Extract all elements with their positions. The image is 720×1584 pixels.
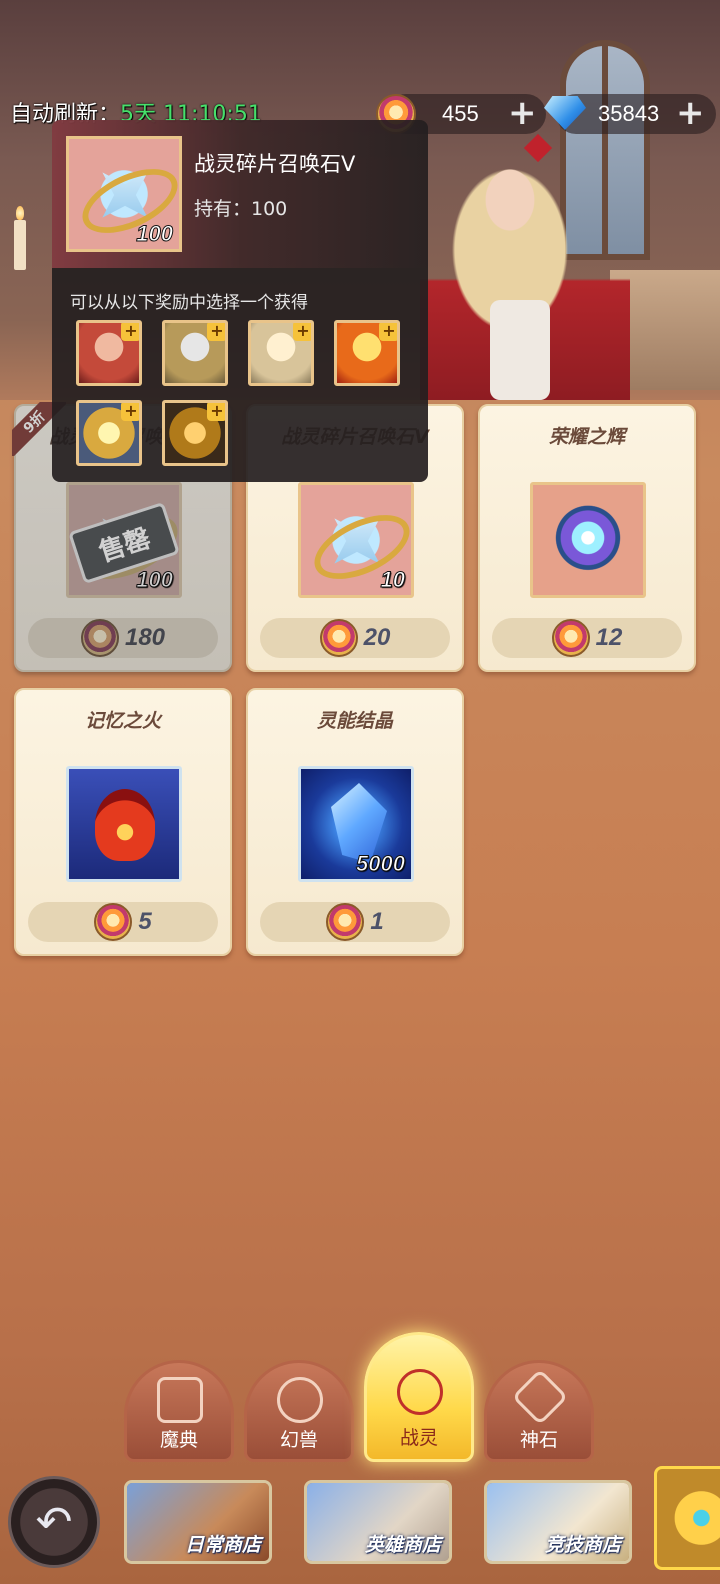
war-spirit-icon bbox=[397, 1369, 443, 1415]
grimoire-icon bbox=[157, 1377, 203, 1423]
arena-shop-button[interactable]: 竞技商店 bbox=[484, 1480, 632, 1564]
tab-label: 神石 bbox=[519, 1429, 558, 1451]
price-button[interactable]: 5 bbox=[28, 902, 218, 942]
gold-value: 455 bbox=[442, 101, 479, 126]
tooltip-item-icon: 100 bbox=[66, 136, 182, 252]
tab-label: 幻兽 bbox=[279, 1429, 318, 1451]
daily-shop-button[interactable]: 日常商店 bbox=[124, 1480, 272, 1564]
memory-fire-icon bbox=[69, 769, 179, 879]
price-value: 20 bbox=[363, 624, 391, 651]
back-arrow-icon: ↶ bbox=[35, 1497, 73, 1548]
tooltip-held-count: 持有：100 bbox=[194, 198, 288, 220]
back-button[interactable]: ↶ bbox=[8, 1476, 100, 1568]
price-value: 180 bbox=[124, 624, 166, 651]
god-stone-icon bbox=[511, 1368, 569, 1426]
item-icon bbox=[530, 482, 646, 598]
reward-option[interactable]: + bbox=[162, 400, 228, 466]
plus-icon: + bbox=[293, 323, 311, 341]
tab-grimoire[interactable]: 魔典 bbox=[124, 1360, 234, 1462]
tab-label: 战灵 bbox=[399, 1427, 438, 1449]
plus-icon: + bbox=[207, 323, 225, 341]
item-quantity: 10 bbox=[380, 567, 406, 593]
reward-option[interactable]: + bbox=[76, 400, 142, 466]
item-icon bbox=[66, 766, 182, 882]
item-name: 荣耀之辉 bbox=[548, 426, 625, 448]
shop-item-card[interactable]: 荣耀之辉 12 bbox=[478, 404, 696, 672]
tooltip-item-quantity: 100 bbox=[136, 221, 174, 247]
add-gold-button[interactable]: + bbox=[508, 96, 537, 130]
item-detail-tooltip: 100 战灵碎片召唤石V 持有：100 可以从以下奖励中选择一个获得 + + +… bbox=[52, 120, 428, 482]
reward-option[interactable]: + bbox=[162, 320, 228, 386]
orb-coin-icon bbox=[319, 619, 358, 657]
price-value: 12 bbox=[595, 624, 623, 651]
beast-icon bbox=[277, 1377, 323, 1423]
orb-coin-icon bbox=[94, 903, 133, 941]
plus-icon: + bbox=[207, 403, 225, 421]
shop-label: 英雄商店 bbox=[364, 1534, 441, 1556]
item-name: 灵能结晶 bbox=[316, 710, 393, 732]
orb-coin-icon bbox=[80, 619, 119, 657]
tab-war-spirit[interactable]: 战灵 bbox=[364, 1332, 474, 1462]
plus-icon: + bbox=[379, 323, 397, 341]
item-icon: 5000 bbox=[298, 766, 414, 882]
plus-icon: + bbox=[121, 323, 139, 341]
tab-beast[interactable]: 幻兽 bbox=[244, 1360, 354, 1462]
price-button[interactable]: 12 bbox=[492, 618, 682, 658]
price-button[interactable]: 180 bbox=[28, 618, 218, 658]
tooltip-description: 可以从以下奖励中选择一个获得 bbox=[70, 293, 308, 313]
price-value: 5 bbox=[138, 908, 152, 935]
hero-shop-button[interactable]: 英雄商店 bbox=[304, 1480, 452, 1564]
candle-decoration bbox=[14, 206, 26, 270]
shopkeeper-character bbox=[420, 130, 630, 400]
item-icon: 10 bbox=[298, 482, 414, 598]
price-button[interactable]: 1 bbox=[260, 902, 450, 942]
reward-option[interactable]: + bbox=[334, 320, 400, 386]
price-value: 1 bbox=[370, 908, 384, 935]
plus-icon: + bbox=[121, 403, 139, 421]
glory-orb-icon bbox=[533, 485, 643, 595]
shop-item-card[interactable]: 记忆之火 5 bbox=[14, 688, 232, 956]
reward-option[interactable]: + bbox=[76, 320, 142, 386]
tab-god-stone[interactable]: 神石 bbox=[484, 1360, 594, 1462]
shop-item-card[interactable]: 灵能结晶 5000 1 bbox=[246, 688, 464, 956]
shop-label: 竞技商店 bbox=[544, 1534, 621, 1556]
orb-coin-icon bbox=[326, 903, 365, 941]
item-quantity: 100 bbox=[136, 567, 174, 593]
reward-option[interactable]: + bbox=[248, 320, 314, 386]
tooltip-title: 战灵碎片召唤石V bbox=[194, 152, 356, 176]
orb-coin-icon bbox=[551, 619, 590, 657]
price-button[interactable]: 20 bbox=[260, 618, 450, 658]
item-name: 记忆之火 bbox=[84, 710, 161, 732]
gem-value: 35843 bbox=[598, 101, 660, 126]
tab-label: 魔典 bbox=[159, 1429, 198, 1451]
shop-label: 日常商店 bbox=[184, 1534, 261, 1556]
special-shop-button[interactable] bbox=[654, 1466, 720, 1570]
item-quantity: 5000 bbox=[356, 851, 406, 877]
gem-currency: 35843 + bbox=[544, 94, 716, 134]
add-gem-button[interactable]: + bbox=[676, 96, 705, 130]
